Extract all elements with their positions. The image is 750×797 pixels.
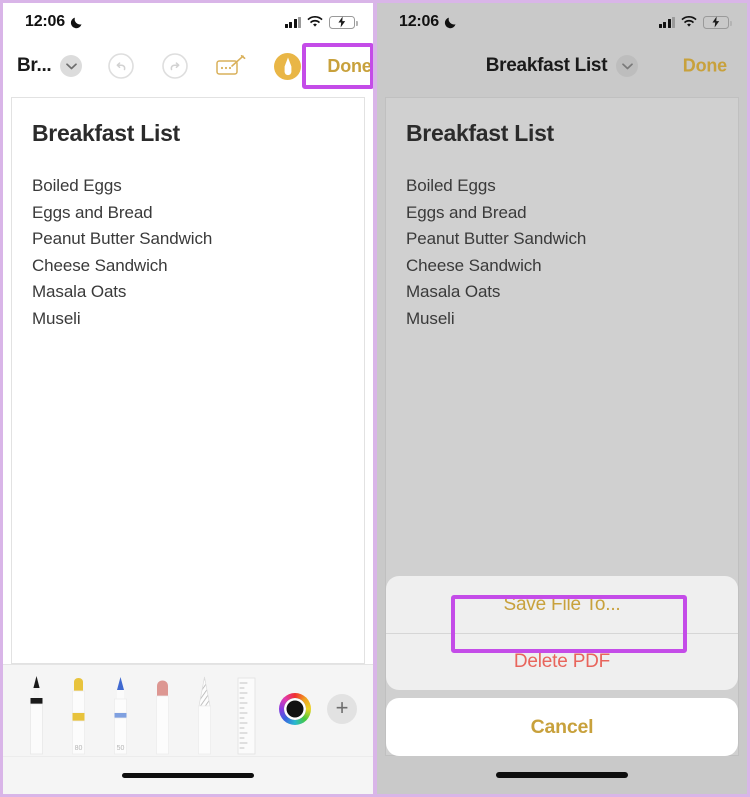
done-button-wrap: Done bbox=[323, 54, 373, 79]
pencil-tool[interactable] bbox=[193, 674, 216, 756]
wifi-icon bbox=[681, 16, 697, 27]
status-bar-left: 12:06 bbox=[3, 3, 373, 41]
status-time: 12:06 bbox=[25, 13, 65, 30]
status-clock: 12:06 bbox=[399, 13, 458, 31]
document-title-menu[interactable]: Br... bbox=[17, 55, 83, 77]
action-sheet: Save File To... Delete PDF Cancel bbox=[377, 576, 747, 756]
save-file-to-button[interactable]: Save File To... bbox=[386, 576, 738, 633]
action-sheet-options: Save File To... Delete PDF bbox=[386, 576, 738, 690]
chevron-down-icon[interactable] bbox=[60, 55, 83, 77]
list-item: Boiled Eggs bbox=[406, 176, 496, 195]
page-title-right: Breakfast List bbox=[406, 120, 554, 146]
markup-pen-icon[interactable] bbox=[274, 52, 302, 80]
list-item: Peanut Butter Sandwich bbox=[406, 229, 587, 248]
color-picker-icon[interactable] bbox=[279, 693, 311, 725]
document-title-right: Breakfast List bbox=[485, 55, 608, 76]
list-item: Boiled Eggs bbox=[32, 176, 122, 195]
pen-tool[interactable] bbox=[25, 674, 48, 756]
crescent-moon-icon bbox=[70, 17, 82, 29]
marker-tool[interactable]: 50 bbox=[109, 674, 132, 756]
document-page-wrap-left: Breakfast List Boiled Eggs Eggs and Brea… bbox=[3, 91, 373, 664]
charging-bolt-icon bbox=[338, 16, 346, 28]
document-page-left[interactable]: Breakfast List Boiled Eggs Eggs and Brea… bbox=[11, 97, 365, 664]
screenshot-stage: 12:06 Br... Done Breakfast List Boiled E… bbox=[0, 0, 750, 797]
signature-markup-icon[interactable] bbox=[216, 55, 246, 77]
undo-icon[interactable] bbox=[108, 53, 135, 79]
done-button[interactable]: Done bbox=[323, 54, 373, 79]
nav-bar-left: Br... Done bbox=[3, 41, 373, 91]
cellular-signal-icon bbox=[284, 16, 301, 28]
home-area-left bbox=[3, 756, 373, 794]
list-item: Masala Oats bbox=[406, 282, 501, 301]
highlighter-tool[interactable]: 80 bbox=[67, 674, 90, 756]
chevron-down-icon[interactable] bbox=[616, 55, 639, 77]
nav-bar-right: Breakfast List Done bbox=[377, 41, 747, 91]
list-item: Cheese Sandwich bbox=[32, 255, 168, 275]
cancel-button[interactable]: Cancel bbox=[386, 698, 738, 756]
battery-charging-icon bbox=[329, 15, 358, 29]
status-time: 12:06 bbox=[399, 13, 439, 30]
tool-size-label: 80 bbox=[74, 745, 83, 752]
eraser-tool[interactable] bbox=[151, 674, 174, 756]
page-title-left: Breakfast List bbox=[32, 120, 180, 146]
list-item: Masala Oats bbox=[32, 282, 127, 301]
tool-size-label: 50 bbox=[116, 745, 125, 752]
crescent-moon-icon bbox=[444, 17, 456, 29]
cellular-signal-icon bbox=[658, 16, 675, 28]
document-title-left: Br... bbox=[17, 55, 52, 76]
status-clock: 12:06 bbox=[25, 13, 84, 31]
list-item: Museli bbox=[406, 308, 455, 328]
home-area-right bbox=[377, 756, 747, 794]
done-button[interactable]: Done bbox=[679, 54, 731, 79]
phone-panel-left: 12:06 Br... Done Breakfast List Boiled E… bbox=[0, 0, 375, 797]
list-item: Peanut Butter Sandwich bbox=[32, 229, 213, 248]
phone-panel-right: 12:06 Breakfast List Done Breakfast List… bbox=[375, 0, 750, 797]
home-indicator[interactable] bbox=[122, 772, 254, 779]
markup-tool-list: 80 50 bbox=[25, 665, 258, 756]
home-indicator[interactable] bbox=[496, 772, 628, 778]
status-indicators bbox=[284, 15, 358, 29]
nav-action-icons bbox=[108, 52, 302, 80]
ruler-tool[interactable] bbox=[235, 674, 258, 756]
list-item: Eggs and Bread bbox=[406, 202, 527, 222]
list-item: Eggs and Bread bbox=[32, 202, 153, 222]
add-tool-button[interactable]: + bbox=[327, 694, 357, 724]
status-bar-right: 12:06 bbox=[377, 3, 747, 41]
toolbar-right-controls: + bbox=[279, 693, 357, 725]
charging-bolt-icon bbox=[712, 16, 720, 28]
document-title-menu[interactable]: Breakfast List bbox=[485, 55, 639, 77]
list-item: Cheese Sandwich bbox=[406, 255, 542, 275]
battery-charging-icon bbox=[703, 15, 732, 29]
status-indicators bbox=[658, 15, 732, 29]
list-item: Museli bbox=[32, 308, 81, 328]
delete-pdf-button[interactable]: Delete PDF bbox=[386, 633, 738, 690]
markup-toolbar: 80 50 + bbox=[3, 664, 373, 756]
redo-icon[interactable] bbox=[162, 53, 189, 79]
wifi-icon bbox=[307, 16, 323, 27]
